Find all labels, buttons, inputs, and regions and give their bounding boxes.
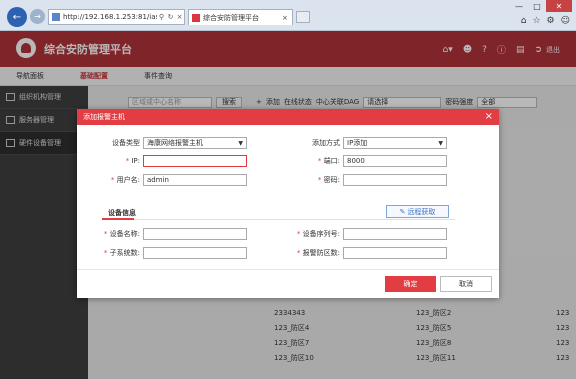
- home-icon[interactable]: ⌂: [521, 16, 527, 26]
- edit-icon: ✎: [399, 207, 406, 216]
- port-input[interactable]: 8000: [343, 155, 447, 167]
- device-name-input[interactable]: [143, 228, 247, 240]
- section-divider: [102, 218, 455, 220]
- add-method-select[interactable]: IP添加 ▼: [343, 137, 447, 149]
- back-button[interactable]: ←: [7, 7, 27, 27]
- address-bar[interactable]: http://192.168.1.253:81/ias/hc ⚲ ↻ ×: [48, 9, 185, 25]
- browser-toolbar: ← → http://192.168.1.253:81/ias/hc ⚲ ↻ ×…: [0, 0, 576, 31]
- search-icon[interactable]: ⚲: [157, 13, 166, 21]
- close-icon[interactable]: ×: [175, 13, 184, 21]
- port-label: 端口: [323, 157, 338, 165]
- username-label-wrap: * 用户名:: [110, 176, 140, 184]
- forward-button[interactable]: →: [30, 9, 45, 24]
- device-name-label-wrap: * 设备名称:: [103, 230, 140, 238]
- password-label: 密码: [323, 176, 338, 184]
- tab-title: 综合安防管理平台: [203, 13, 259, 22]
- device-type-value: 海康网络报警主机: [147, 139, 203, 147]
- smiley-icon[interactable]: ☺: [561, 16, 570, 26]
- tab-favicon-icon: [192, 13, 200, 22]
- subsystem-count-label-wrap: * 子系统数:: [103, 249, 140, 257]
- chevron-down-icon: ▼: [438, 139, 443, 147]
- add-method-value: IP添加: [347, 139, 368, 147]
- maximize-button[interactable]: □: [528, 0, 546, 12]
- dialog-header: 添加报警主机 ×: [77, 109, 499, 125]
- device-name-label: 设备名称: [109, 230, 138, 238]
- ip-input[interactable]: [143, 155, 247, 167]
- remote-fetch-button[interactable]: ✎ 远程获取: [386, 205, 449, 218]
- zone-count-input[interactable]: [343, 247, 447, 259]
- device-serial-label-wrap: * 设备序列号:: [296, 230, 340, 238]
- cancel-button[interactable]: 取消: [440, 276, 492, 292]
- minimize-button[interactable]: —: [510, 0, 528, 12]
- url-text[interactable]: http://192.168.1.253:81/ias/hc: [63, 13, 157, 21]
- browser-tab[interactable]: 综合安防管理平台 ×: [188, 9, 293, 25]
- username-input[interactable]: admin: [143, 174, 247, 186]
- zone-count-label: 报警防区数: [302, 249, 338, 257]
- chevron-down-icon: ▼: [238, 139, 243, 147]
- port-label-wrap: * 端口:: [317, 157, 340, 165]
- ip-label: IP: [131, 157, 138, 165]
- password-label-wrap: * 密码:: [317, 176, 340, 184]
- tab-close-icon[interactable]: ×: [282, 14, 292, 22]
- subsystem-count-input[interactable]: [143, 247, 247, 259]
- new-tab-button[interactable]: [296, 11, 310, 23]
- window-controls: — □ ✕: [510, 0, 572, 12]
- username-label: 用户名: [116, 176, 138, 184]
- device-serial-input[interactable]: [343, 228, 447, 240]
- device-info-section-title: 设备信息: [108, 209, 136, 217]
- window-close-button[interactable]: ✕: [546, 0, 572, 12]
- add-alarm-host-dialog: 添加报警主机 × 设备类型 海康网络报警主机 ▼ 添加方式 IP添加 ▼ * I…: [77, 109, 499, 298]
- subsystem-count-label: 子系统数: [109, 249, 138, 257]
- confirm-button[interactable]: 确定: [385, 276, 436, 292]
- ip-label-wrap: * IP:: [125, 157, 140, 165]
- refresh-icon[interactable]: ↻: [166, 13, 175, 21]
- password-input[interactable]: [343, 174, 447, 186]
- dialog-title: 添加报警主机: [83, 113, 125, 121]
- page-icon: [52, 13, 60, 21]
- remote-fetch-label: 远程获取: [407, 207, 436, 216]
- device-type-select[interactable]: 海康网络报警主机 ▼: [143, 137, 247, 149]
- zone-count-label-wrap: * 报警防区数:: [296, 249, 340, 257]
- device-serial-label: 设备序列号: [302, 230, 338, 238]
- device-type-label: 设备类型: [112, 139, 140, 147]
- gear-icon[interactable]: ⚙: [547, 16, 555, 26]
- dialog-footer-divider: [77, 269, 499, 270]
- star-icon[interactable]: ☆: [532, 16, 540, 26]
- add-method-label: 添加方式: [312, 139, 340, 147]
- close-icon[interactable]: ×: [485, 111, 493, 122]
